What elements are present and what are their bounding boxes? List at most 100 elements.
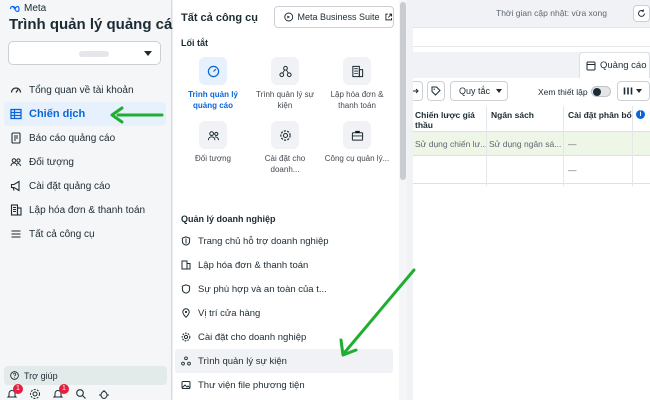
menu-item-business-settings[interactable]: Cài đặt cho doanh nghiệp [175, 325, 393, 349]
refresh-button[interactable] [633, 5, 650, 22]
menu-icon [11, 230, 21, 238]
shortcut-label: Đối tượng [195, 154, 231, 163]
shortcut-icon-box [343, 57, 371, 85]
sidebar-item-label: Tất cả công cụ [29, 228, 95, 240]
menu-item-billing[interactable]: Lập hóa đơn & thanh toán [175, 253, 393, 277]
shortcut-label: Trình quản lý sự kiện [256, 90, 314, 110]
shortcut-label: Cài đặt cho doanh... [264, 154, 306, 174]
alerts-button[interactable]: 1 [52, 384, 69, 400]
dashboard-icon [10, 87, 22, 93]
search-filter-bar[interactable] [407, 31, 650, 47]
gear-icon [181, 332, 191, 342]
view-setup-label: Xem thiết lập [538, 87, 588, 97]
info-icon[interactable]: i [636, 110, 645, 119]
toggle-knob [593, 87, 601, 96]
table-toolbar: Quy tắc Xem thiết lập [407, 80, 650, 104]
shortcut-business-settings[interactable]: Cài đặt cho doanh... [249, 121, 321, 175]
shortcuts-heading: Lối tắt [181, 38, 208, 48]
table-icon [10, 108, 22, 120]
columns-dropdown[interactable] [617, 81, 650, 101]
sidebar-item-label: Đối tượng [29, 156, 74, 168]
left-sidebar: Meta Trình quản lý quảng cáo Tổng quan v… [0, 0, 182, 400]
billing-icon [351, 65, 363, 77]
column-header-bid-strategy[interactable]: Chiến lược giá thầu [415, 110, 485, 130]
scrollbar-thumb[interactable] [400, 2, 406, 180]
sidebar-item-label: Tổng quan về tài khoản [29, 84, 134, 96]
menu-item-brand-safety[interactable]: Sự phù hợp và an toàn của t... [175, 277, 393, 301]
table-row[interactable]: — [407, 156, 650, 184]
account-selector[interactable] [8, 41, 161, 65]
tab-ads[interactable]: Quảng cáo [579, 52, 650, 78]
campaigns-content: Thời gian cập nhật: vừa xong Quảng cáo Q… [407, 0, 650, 400]
help-button[interactable]: Trợ giúp [4, 366, 167, 385]
sidebar-item-billing[interactable]: Lập hóa đơn & thanh toán [4, 198, 166, 222]
content-topbar: Thời gian cập nhật: vừa xong [407, 0, 650, 28]
menu-title: Tất cả công cụ [181, 12, 259, 24]
sidebar-item-label: Báo cáo quảng cáo [29, 132, 116, 144]
search-button[interactable] [75, 388, 87, 400]
shortcut-management-tools[interactable]: Công cụ quản lý... [321, 121, 393, 175]
bug-report-button[interactable] [98, 388, 110, 400]
safety-icon [181, 284, 191, 294]
menu-item-store-locations[interactable]: Vị trí cửa hàng [175, 301, 393, 325]
sidebar-item-account-overview[interactable]: Tổng quan về tài khoản [4, 78, 166, 102]
sidebar-item-label: Lập hóa đơn & thanh toán [29, 204, 146, 216]
menu-item-label: Cài đặt cho doanh nghiệp [198, 331, 307, 343]
table-cell: Sử dụng ngân sá... [489, 139, 561, 149]
sidebar-nav: Tổng quan về tài khoản Chiến dịch Báo cá… [4, 78, 166, 246]
column-divider [632, 106, 633, 186]
menu-item-label: Sự phù hợp và an toàn của t... [198, 283, 327, 295]
level-tabs: Quảng cáo [407, 52, 650, 78]
meta-logo: Meta [9, 3, 46, 14]
sidebar-item-all-tools[interactable]: Tất cả công cụ [4, 222, 166, 246]
megaphone-icon [10, 180, 20, 192]
menu-item-label: Trang chủ hỗ trợ doanh nghiệp [198, 235, 329, 247]
shortcut-label: Trình quản lý quảng cáo [188, 90, 238, 110]
notifications-button[interactable]: 1 [6, 384, 23, 400]
menu-item-events-manager[interactable]: Trình quản lý sự kiện [175, 349, 393, 373]
tag-button[interactable] [427, 81, 445, 101]
menu-item-label: Thư viện file phương tiện [198, 379, 305, 391]
media-icon [181, 381, 191, 389]
shortcut-icon-box [271, 57, 299, 85]
meta-business-suite-button[interactable]: Meta Business Suite [274, 6, 394, 28]
sidebar-item-ad-settings[interactable]: Cài đặt quảng cáo [4, 174, 166, 198]
external-link-icon [384, 13, 392, 21]
audience-icon [207, 130, 219, 140]
shortcut-ads-manager[interactable]: Trình quản lý quảng cáo [177, 57, 249, 111]
refresh-icon [638, 9, 645, 17]
search-icon [76, 389, 86, 399]
chevron-down-icon [496, 89, 503, 93]
table-cell: — [568, 139, 577, 149]
location-icon [182, 308, 190, 318]
view-setup-toggle[interactable] [591, 86, 611, 97]
gear-icon [279, 129, 291, 141]
app-title: Trình quản lý quảng cáo [9, 16, 182, 33]
sidebar-item-audiences[interactable]: Đối tượng [4, 150, 166, 174]
sidebar-item-campaigns[interactable]: Chiến dịch [4, 102, 166, 126]
gauge-icon [207, 65, 219, 77]
account-name [79, 51, 109, 57]
menu-scrollbar[interactable] [399, 0, 407, 400]
table-row[interactable]: Sử dụng chiến lư... Sử dụng ngân sá... — [407, 132, 650, 156]
ad-icon [586, 61, 596, 70]
column-header-budget[interactable]: Ngân sách [491, 110, 534, 120]
content-scrollbar[interactable] [407, 0, 413, 400]
shortcut-billing[interactable]: Lập hóa đơn & thanh toán [321, 57, 393, 111]
menu-item-business-support-home[interactable]: Trang chủ hỗ trợ doanh nghiệp [175, 229, 393, 253]
shortcut-icon-box [343, 121, 371, 149]
help-icon [10, 371, 19, 380]
shortcut-audiences[interactable]: Đối tượng [177, 121, 249, 175]
sidebar-item-ad-reports[interactable]: Báo cáo quảng cáo [4, 126, 166, 150]
rules-dropdown[interactable]: Quy tắc [450, 81, 508, 101]
brand-label: Meta [24, 3, 47, 14]
column-divider [486, 106, 487, 186]
menu-item-media-library[interactable]: Thư viện file phương tiện [175, 373, 393, 397]
shortcuts-grid: Trình quản lý quảng cáo Trình quản lý sự… [177, 57, 395, 175]
shortcut-events-manager[interactable]: Trình quản lý sự kiện [249, 57, 321, 111]
column-header-attribution[interactable]: Cài đặt phân bổ [568, 110, 632, 120]
all-tools-menu: Tất cả công cụ Meta Business Suite Lối t… [173, 0, 407, 400]
settings-button[interactable] [29, 388, 41, 400]
report-icon [11, 132, 21, 144]
meta-infinity-icon [9, 5, 20, 12]
